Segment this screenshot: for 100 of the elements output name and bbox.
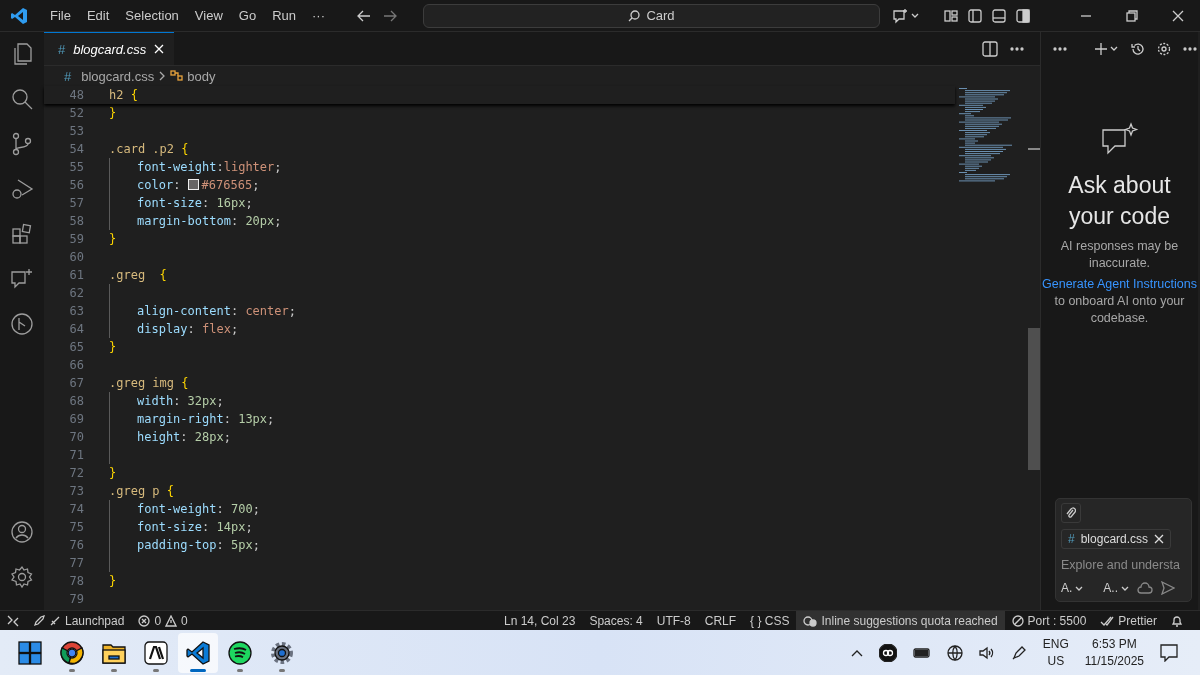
restore-icon[interactable] [1126, 9, 1138, 22]
battery-icon[interactable] [912, 647, 931, 658]
volume-icon[interactable] [978, 645, 995, 660]
menu-item[interactable]: Go [230, 8, 265, 23]
menu-item[interactable]: Run [264, 8, 304, 23]
line-number: 57 [68, 195, 84, 212]
line-number: 78 [68, 573, 84, 590]
history-icon[interactable] [1131, 42, 1145, 56]
close-icon[interactable] [1154, 534, 1165, 544]
generate-instructions-link[interactable]: Generate Agent Instructions [1042, 277, 1197, 291]
search-icon [628, 9, 641, 22]
secondary-sidebar-icon[interactable] [1016, 8, 1030, 23]
manage-gear-icon[interactable] [10, 565, 34, 589]
show-hidden-icons[interactable] [850, 648, 863, 657]
clock[interactable]: 6:53 PM 11/15/2025 [1084, 635, 1144, 670]
app-tray-icon[interactable] [878, 643, 897, 662]
code-line: .greg img { [109, 375, 189, 392]
split-editor-icon[interactable] [982, 40, 998, 57]
line-number: 63 [68, 303, 84, 320]
extensions-icon[interactable] [10, 222, 34, 246]
source-control-icon[interactable] [10, 132, 34, 156]
run-debug-icon[interactable] [10, 177, 34, 201]
chevron-right-icon [159, 71, 166, 81]
mode-dropdown[interactable]: A. [1061, 581, 1084, 595]
chat-heading: Ask about your code [1067, 171, 1172, 231]
attach-button[interactable] [1061, 503, 1081, 523]
search-icon[interactable] [10, 87, 34, 111]
code-line: .greg { [109, 267, 167, 284]
line-number: 48 [68, 87, 84, 104]
pen-icon[interactable] [1010, 644, 1027, 661]
line-number: 79 [68, 591, 84, 608]
prettier-status[interactable]: Prettier [1093, 611, 1164, 630]
line-number: 67 [68, 375, 84, 392]
chat-sparkle-icon[interactable] [10, 267, 34, 291]
status-item[interactable]: CRLF [697, 611, 744, 630]
more-actions-icon[interactable] [1010, 46, 1024, 51]
model-dropdown[interactable]: A.. [1103, 581, 1129, 595]
line-number: 58 [68, 213, 84, 230]
remote-icon [7, 614, 19, 627]
chat-input[interactable]: Explore and understa [1061, 555, 1191, 575]
code-line: h2 { [109, 87, 138, 104]
copilot-status[interactable]: Inline suggestions quota reached [796, 611, 1005, 630]
chevron-down-icon [1121, 585, 1129, 591]
code-line: } [109, 231, 117, 248]
panel-icon[interactable] [992, 8, 1006, 23]
menu-item[interactable]: Selection [117, 8, 187, 23]
music-app-icon[interactable] [228, 640, 252, 665]
chat-note: AI responses may be inaccurate. [1059, 238, 1180, 272]
git-graph-icon[interactable] [10, 312, 34, 336]
live-server-port[interactable]: Port : 5500 [1004, 611, 1094, 630]
settings-icon[interactable] [270, 640, 294, 665]
code-line: } [109, 465, 117, 482]
line-number: 65 [68, 339, 84, 356]
more-actions-icon[interactable] [1183, 47, 1197, 51]
line-number: 68 [68, 393, 84, 410]
menu-item[interactable]: File [42, 8, 79, 23]
menu-item[interactable]: Edit [78, 8, 118, 23]
code-line: padding-top: 5px; [136, 537, 260, 554]
start-icon[interactable] [18, 640, 42, 665]
status-item[interactable]: Spaces: 4 [582, 611, 650, 630]
launchpad-button[interactable]: Launchpad [26, 611, 132, 630]
search-field[interactable]: Card [423, 3, 880, 28]
chat-sparkle-icon[interactable] [892, 7, 920, 24]
layout-icon[interactable] [944, 8, 958, 23]
menu-item[interactable]: View [186, 8, 231, 23]
line-number: 69 [68, 411, 84, 428]
status-item[interactable]: UTF-8 [649, 611, 698, 630]
symbol-icon [170, 70, 185, 82]
language-mode[interactable]: { } CSS [743, 611, 797, 630]
breadcrumb-item[interactable]: # blogcard.css [64, 68, 155, 84]
chat-sparkle-icon [1100, 122, 1139, 156]
scrollbar-thumb[interactable] [1028, 328, 1040, 470]
cloud-icon[interactable] [1137, 581, 1153, 595]
status-item[interactable]: Ln 14, Col 23 [497, 611, 583, 630]
browser-icon[interactable] [60, 640, 84, 665]
code-line: font-size: 16px; [136, 195, 253, 212]
line-number: 61 [68, 267, 84, 284]
code-line: align-content: center; [136, 303, 296, 320]
back-arrow-icon[interactable] [357, 9, 371, 22]
more-actions-icon[interactable] [1053, 47, 1067, 51]
editor-tab[interactable]: # blogcard.css [44, 32, 175, 65]
new-chat-icon[interactable] [1095, 43, 1119, 55]
menu-item[interactable]: ··· [304, 8, 333, 23]
send-icon[interactable] [1161, 581, 1175, 595]
notifications-icon[interactable] [1160, 643, 1178, 662]
primary-sidebar-icon[interactable] [968, 8, 982, 23]
bell-icon [1171, 614, 1183, 627]
account-icon[interactable] [10, 520, 34, 544]
breadcrumb-item[interactable]: body [170, 68, 216, 84]
app-icon[interactable] [144, 640, 168, 665]
paperclip-icon [1066, 507, 1076, 519]
line-number: 64 [68, 321, 84, 338]
context-chip[interactable]: # blogcard.css [1061, 529, 1172, 549]
problems-button[interactable]: 0 0 [131, 611, 195, 630]
language-indicator[interactable]: ENG US [1042, 635, 1069, 670]
close-icon[interactable] [1172, 9, 1184, 22]
app-logo-icon[interactable] [10, 6, 28, 25]
code-editor-icon[interactable] [186, 640, 210, 665]
forward-arrow-icon[interactable] [383, 9, 397, 22]
globe-icon[interactable] [946, 644, 963, 661]
